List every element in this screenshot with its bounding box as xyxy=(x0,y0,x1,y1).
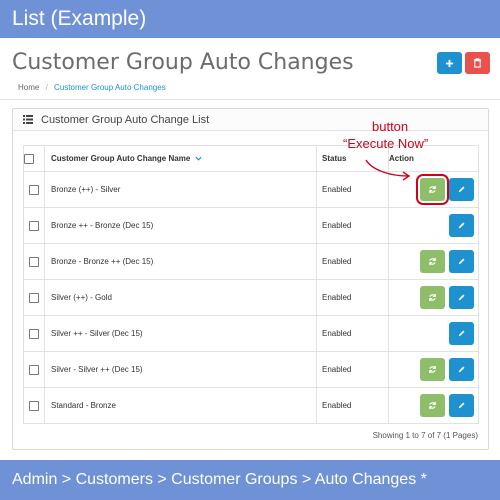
bottom-banner-text: Admin > Customers > Customer Groups > Au… xyxy=(12,471,427,488)
row-check-cell xyxy=(23,387,45,424)
row-status: Enabled xyxy=(316,351,389,388)
row-name: Bronze - Bronze ++ (Dec 15) xyxy=(44,243,317,280)
execute-now-button[interactable] xyxy=(419,250,445,273)
row-checkbox[interactable] xyxy=(29,364,39,375)
row-status: Enabled xyxy=(316,243,389,280)
select-all-cell xyxy=(23,145,45,172)
row-status: Enabled xyxy=(316,387,389,424)
breadcrumb: Home / Customer Group Auto Changes xyxy=(0,78,500,100)
row-checkbox[interactable] xyxy=(29,220,39,231)
execute-now-button[interactable] xyxy=(419,286,445,309)
row-check-cell xyxy=(23,279,45,316)
refresh-icon xyxy=(428,293,436,302)
row-name: Standard - Bronze xyxy=(44,387,317,424)
row-actions xyxy=(388,207,479,244)
bottom-banner: Admin > Customers > Customer Groups > Au… xyxy=(0,460,500,500)
row-status: Enabled xyxy=(316,315,389,352)
edit-button[interactable] xyxy=(449,250,474,273)
table-row: Standard - Bronze Enabled xyxy=(23,387,479,424)
refresh-icon xyxy=(428,365,436,374)
row-checkbox[interactable] xyxy=(29,256,39,267)
table-row: Silver - Silver ++ (Dec 15) Enabled xyxy=(23,351,479,388)
trash-icon xyxy=(473,58,482,68)
row-check-cell xyxy=(23,207,45,244)
plus-icon xyxy=(445,59,454,67)
table-row: Bronze ++ - Bronze (Dec 15) Enabled xyxy=(23,207,479,244)
execute-now-button[interactable] xyxy=(415,174,449,205)
breadcrumb-home[interactable]: Home xyxy=(18,83,39,92)
table-row: Silver ++ - Silver (Dec 15) Enabled xyxy=(23,315,479,352)
row-checkbox[interactable] xyxy=(29,184,39,195)
pencil-icon xyxy=(458,330,465,337)
pagination-info: Showing 1 to 7 of 7 (1 Pages) xyxy=(372,431,478,440)
edit-button[interactable] xyxy=(449,322,474,345)
panel-heading: Customer Group Auto Change List xyxy=(13,109,488,131)
row-actions xyxy=(388,351,479,388)
row-actions xyxy=(388,387,479,424)
select-all-checkbox[interactable] xyxy=(24,153,34,164)
breadcrumb-current[interactable]: Customer Group Auto Changes xyxy=(54,83,166,92)
pencil-icon xyxy=(458,366,465,373)
row-check-cell xyxy=(23,351,45,388)
row-actions xyxy=(388,243,479,280)
row-checkbox[interactable] xyxy=(29,328,39,339)
edit-button[interactable] xyxy=(449,178,474,201)
name-column-header[interactable]: Customer Group Auto Change Name xyxy=(44,145,317,172)
row-name: Silver (++) - Gold xyxy=(44,279,317,316)
auto-change-table: Customer Group Auto Change Name Status A… xyxy=(23,145,479,424)
refresh-icon xyxy=(428,185,436,194)
row-check-cell xyxy=(23,243,45,280)
table-row: Silver (++) - Gold Enabled xyxy=(23,279,479,316)
row-actions xyxy=(388,315,479,352)
execute-now-button[interactable] xyxy=(419,358,445,381)
annotation-label-1: button xyxy=(372,119,409,134)
panel-title: Customer Group Auto Change List xyxy=(41,113,210,126)
row-check-cell xyxy=(23,315,45,352)
add-button[interactable] xyxy=(437,52,462,74)
pencil-icon xyxy=(458,294,465,301)
execute-now-button[interactable] xyxy=(419,394,445,417)
edit-button[interactable] xyxy=(449,394,474,417)
row-name: Bronze ++ - Bronze (Dec 15) xyxy=(44,207,317,244)
pencil-icon xyxy=(458,186,465,193)
pencil-icon xyxy=(458,222,465,229)
caret-down-icon xyxy=(194,156,202,161)
row-status: Enabled xyxy=(316,279,389,316)
refresh-icon xyxy=(428,401,436,410)
pencil-icon xyxy=(458,258,465,265)
top-banner-text: List (Example) xyxy=(12,7,147,30)
edit-button[interactable] xyxy=(449,358,474,381)
row-status: Enabled xyxy=(316,207,389,244)
page-title: Customer Group Auto Changes xyxy=(12,50,354,75)
row-checkbox[interactable] xyxy=(29,400,39,411)
top-banner: List (Example) xyxy=(0,0,500,38)
row-name: Bronze (++) - Silver xyxy=(44,171,317,208)
row-check-cell xyxy=(23,171,45,208)
pencil-icon xyxy=(458,402,465,409)
row-name: Silver ++ - Silver (Dec 15) xyxy=(44,315,317,352)
list-icon xyxy=(23,115,33,124)
edit-button[interactable] xyxy=(449,214,474,237)
annotation-arrow xyxy=(365,159,411,181)
delete-button[interactable] xyxy=(465,52,490,74)
breadcrumb-separator: / xyxy=(45,83,48,92)
name-column-label: Customer Group Auto Change Name xyxy=(51,154,191,163)
table-row: Bronze - Bronze ++ (Dec 15) Enabled xyxy=(23,243,479,280)
row-checkbox[interactable] xyxy=(29,292,39,303)
refresh-icon xyxy=(428,257,436,266)
edit-button[interactable] xyxy=(449,286,474,309)
row-actions xyxy=(388,279,479,316)
row-name: Silver - Silver ++ (Dec 15) xyxy=(44,351,317,388)
